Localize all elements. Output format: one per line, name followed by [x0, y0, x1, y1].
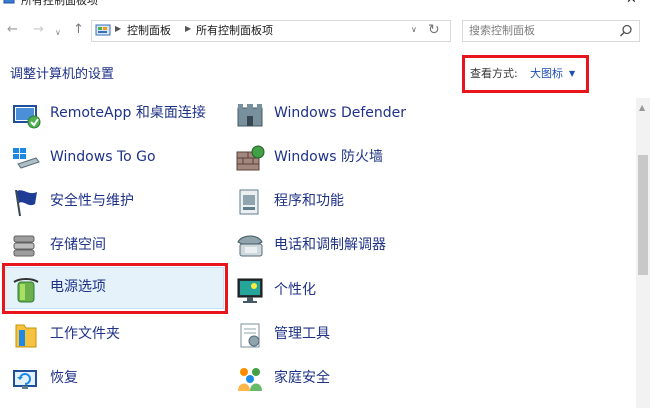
item-label: 程序和功能: [274, 193, 344, 209]
item-windows-defender[interactable]: Windows Defender: [234, 94, 454, 134]
dropdown-arrow-icon[interactable]: ▼: [569, 66, 575, 82]
control-panel-icon: [3, 0, 15, 4]
family-icon: [238, 368, 262, 391]
breadcrumb-control-panel[interactable]: 控制面板: [127, 24, 171, 38]
recent-locations-icon[interactable]: ∨: [55, 25, 61, 41]
storage-icon: [13, 235, 35, 257]
page-title: 调整计算机的设置: [10, 67, 115, 82]
item-label: 安全性与维护: [50, 193, 134, 209]
up-button[interactable]: ↑: [73, 22, 84, 38]
breadcrumb-separator-icon[interactable]: ▶: [185, 24, 191, 33]
item-admin-tools[interactable]: 管理工具: [234, 315, 454, 355]
monitor-icon: [237, 278, 263, 303]
item-storage-spaces[interactable]: 存储空间: [10, 226, 230, 266]
item-remoteapp[interactable]: RemoteApp 和桌面连接: [10, 94, 230, 134]
breadcrumb-all-items[interactable]: 所有控制面板项: [196, 24, 273, 38]
tools-icon: [240, 323, 260, 348]
item-work-folders[interactable]: 工作文件夹: [10, 315, 230, 355]
window-title: 所有控制面板项: [21, 0, 98, 7]
folder-icon: [15, 324, 37, 348]
back-button[interactable]: ←: [7, 22, 18, 38]
close-icon[interactable]: ✕: [626, 0, 637, 7]
item-label: RemoteApp 和桌面连接: [50, 105, 206, 121]
item-personalization[interactable]: 个性化: [234, 271, 454, 311]
item-label: Windows Defender: [274, 105, 407, 121]
item-windows-firewall[interactable]: Windows 防火墙: [234, 138, 454, 178]
search-icon[interactable]: [619, 24, 633, 38]
remoteapp-icon: [13, 105, 41, 129]
flag-icon: [15, 189, 37, 217]
item-windows-to-go[interactable]: Windows To Go: [10, 138, 230, 178]
phone-icon: [237, 235, 263, 257]
item-phone-modem[interactable]: 电话和调制解调器: [234, 226, 454, 266]
forward-button[interactable]: →: [33, 22, 44, 38]
refresh-icon[interactable]: ↻: [428, 22, 440, 38]
scrollbar-thumb[interactable]: [638, 155, 648, 275]
item-label: 工作文件夹: [50, 326, 120, 342]
chevron-down-icon[interactable]: ∨: [411, 25, 417, 34]
view-mode-dropdown[interactable]: 大图标: [528, 65, 563, 83]
address-bar[interactable]: ▶ 控制面板 ▶ 所有控制面板项 ∨ ↻: [91, 20, 451, 42]
search-box[interactable]: 搜索控制面板: [462, 20, 640, 42]
view-by-label: 查看方式:: [470, 67, 518, 80]
recovery-icon: [13, 370, 37, 389]
item-label: Windows 防火墙: [274, 149, 383, 165]
item-label: Windows To Go: [50, 149, 156, 165]
firewall-icon: [236, 145, 265, 171]
item-label: 家庭安全: [274, 370, 330, 386]
item-label: 个性化: [274, 282, 316, 298]
item-recovery[interactable]: 恢复: [10, 359, 230, 399]
castle-icon: [237, 104, 263, 127]
navigation-bar: ← → ∨ ↑ ▶ 控制面板 ▶ 所有控制面板项 ∨ ↻ 搜索控制面板: [0, 14, 650, 48]
item-security-maintenance[interactable]: 安全性与维护: [10, 182, 230, 222]
power-options-highlight-box: [2, 263, 228, 314]
usb-drive-icon: [13, 148, 40, 169]
item-label: 恢复: [50, 370, 78, 386]
item-programs-features[interactable]: 程序和功能: [234, 182, 454, 222]
search-input[interactable]: 搜索控制面板: [469, 24, 535, 38]
item-label: 管理工具: [274, 326, 330, 342]
scroll-up-icon[interactable]: ▲: [639, 103, 645, 112]
control-panel-icon: [95, 24, 111, 36]
programs-icon: [239, 189, 259, 215]
item-label: 电话和调制解调器: [274, 237, 386, 253]
item-family-safety[interactable]: 家庭安全: [234, 359, 454, 399]
title-bar: 所有控制面板项 ✕: [0, 0, 650, 12]
item-label: 存储空间: [50, 237, 106, 253]
breadcrumb-separator-icon[interactable]: ▶: [115, 24, 121, 33]
